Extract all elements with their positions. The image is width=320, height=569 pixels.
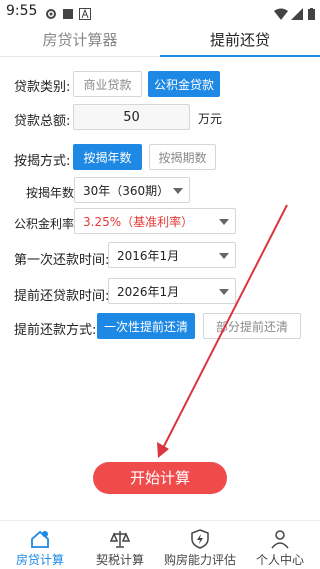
nav-label: 购房能力评估 (163, 553, 236, 567)
shield-bolt-icon (190, 529, 210, 549)
nav-profile[interactable]: 个人中心 (240, 525, 320, 569)
scale-icon (109, 529, 131, 549)
person-icon (270, 529, 290, 549)
nav-deed-tax[interactable]: 契税计算 (80, 525, 160, 569)
nav-purchase-ability[interactable]: 购房能力评估 (160, 525, 240, 569)
nav-label: 个人中心 (255, 553, 304, 567)
bottom-nav: 房贷计算 契税计算 购房能力评估 个人中心 (0, 520, 320, 569)
home-icon (30, 529, 50, 549)
start-calculation-button[interactable]: 开始计算 (93, 462, 227, 494)
nav-label: 契税计算 (95, 553, 144, 567)
nav-mortgage-calc[interactable]: 房贷计算 (0, 525, 80, 569)
nav-label: 房贷计算 (15, 553, 64, 567)
